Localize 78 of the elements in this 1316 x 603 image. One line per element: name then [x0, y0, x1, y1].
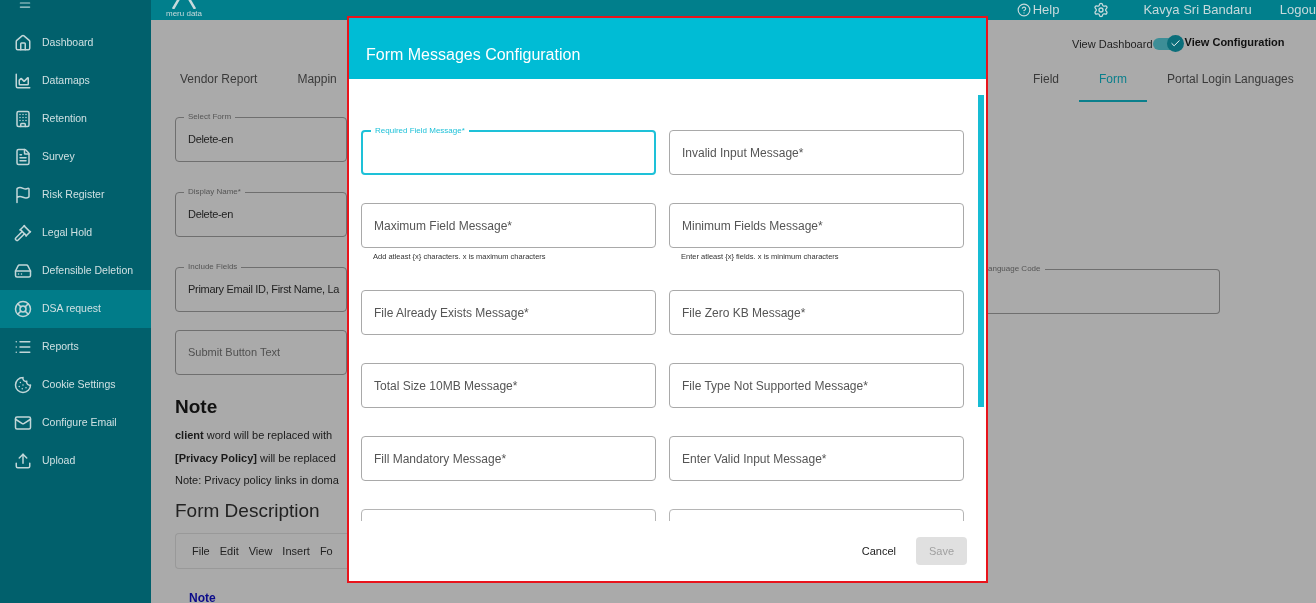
sidebar-item[interactable]: Retention	[0, 100, 151, 138]
sidebar-item[interactable]: Dashboard	[0, 24, 151, 62]
view-toggle[interactable]	[1152, 37, 1181, 50]
check-icon	[1169, 37, 1181, 49]
upload-icon	[14, 452, 32, 470]
settings-icon[interactable]	[1093, 1, 1110, 18]
mail-icon	[14, 414, 32, 432]
input-field[interactable]: Enter Valid Input Message*	[669, 436, 964, 481]
input-field[interactable]: File Zero KB Message*	[669, 290, 964, 335]
sidebar-item[interactable]: Survey	[0, 138, 151, 176]
field-value: Delete-en	[188, 206, 233, 222]
dialog-title: Form Messages Configuration	[366, 45, 581, 65]
tab[interactable]: Portal Login Languages	[1147, 66, 1314, 102]
note-text: [Privacy Policy] will be replaced	[175, 450, 337, 466]
form-field[interactable]: Submit Button Text	[175, 329, 347, 375]
user-name[interactable]: Kavya Sri Bandaru	[1143, 0, 1252, 20]
menu-item[interactable]: View	[248, 542, 273, 560]
sidebar-item[interactable]: Legal Hold	[0, 214, 151, 252]
menu-item[interactable]: File	[192, 542, 210, 560]
help-link[interactable]: Help	[1032, 0, 1060, 20]
building-icon	[14, 110, 32, 128]
home-icon	[14, 34, 32, 52]
tab[interactable]: Vendor Report	[160, 65, 278, 102]
cancel-button[interactable]: Cancel	[857, 534, 900, 568]
sidebar-item[interactable]: Defensible Deletion	[0, 252, 151, 290]
field-placeholder: Submit Button Text	[188, 344, 281, 360]
input-field[interactable]: File Already Exists Message*	[361, 290, 656, 335]
field-label: anguage Code	[988, 263, 1045, 275]
sidebar-item[interactable]: Datamaps	[0, 62, 151, 100]
sidebar-item[interactable]: DSA request	[0, 290, 151, 328]
list-icon	[14, 338, 32, 356]
sidebar-item[interactable]: Configure Email	[0, 404, 151, 442]
note-heading: Note	[175, 394, 219, 419]
input-field[interactable]: Invalid Input Message*	[669, 130, 964, 175]
tab[interactable]: Field	[1013, 66, 1079, 102]
sidebar-item[interactable]: Risk Register	[0, 176, 151, 214]
input-field[interactable]: Total Size 10MB Message*	[361, 363, 656, 408]
document-icon	[14, 148, 32, 166]
note-text: client word will be replaced with	[175, 428, 334, 443]
help-icon[interactable]	[1016, 2, 1031, 17]
menu-item[interactable]: Insert	[282, 542, 310, 560]
field-label: Enter Valid Input Message*	[682, 450, 827, 468]
input-field[interactable]: Fill Mandatory Message*	[361, 436, 656, 481]
tab[interactable]: Mappin	[277, 65, 357, 102]
field-value: Delete-en	[188, 131, 233, 147]
menu-item[interactable]: Fo	[319, 542, 333, 560]
field-label: File Already Exists Message*	[374, 304, 529, 322]
note-text: Note: Privacy policy links in doma	[175, 473, 340, 488]
section-heading: Form Description	[175, 498, 321, 523]
note-link[interactable]: Note	[189, 589, 347, 603]
sidebar-item[interactable]: Reports	[0, 328, 151, 366]
area-chart-icon	[14, 72, 32, 90]
cookie-icon	[14, 376, 32, 394]
toggle-label: View Dashboard	[1072, 36, 1153, 52]
field-label: Maximum Field Message*	[374, 217, 513, 235]
field-label: Invalid Input Message*	[682, 144, 804, 162]
lifebuoy-icon	[14, 300, 32, 318]
sidebar-item[interactable]: Cookie Settings	[0, 366, 151, 404]
input-field[interactable]: Maximum Field Message*	[361, 203, 656, 248]
field-label: File Type Not Supported Message*	[682, 377, 868, 395]
field-label: Total Size 10MB Message*	[374, 377, 518, 395]
field-label: Fill Mandatory Message*	[374, 450, 507, 468]
field-label: File Zero KB Message*	[682, 304, 806, 322]
logo-icon	[169, 0, 199, 9]
field-label: Minimum Fields Message*	[682, 217, 823, 235]
drive-icon	[14, 262, 32, 280]
scrollbar[interactable]	[978, 95, 984, 407]
sidebar-item[interactable]: Upload	[0, 442, 151, 480]
logout-link[interactable]: Logou	[1279, 0, 1316, 20]
input-field[interactable]: File Type Not Supported Message*	[669, 363, 964, 408]
flag-icon	[14, 186, 32, 204]
input-field[interactable]: Minimum Fields Message*	[669, 203, 964, 248]
logo-text: meru data	[166, 8, 203, 19]
field-label: Required Field Message*	[371, 125, 469, 137]
field-value: Primary Email ID, First Name, La	[188, 281, 340, 297]
gavel-icon	[14, 224, 32, 242]
toggle-label: View Configuration	[1184, 34, 1285, 50]
menu-item[interactable]: Edit	[219, 542, 239, 560]
